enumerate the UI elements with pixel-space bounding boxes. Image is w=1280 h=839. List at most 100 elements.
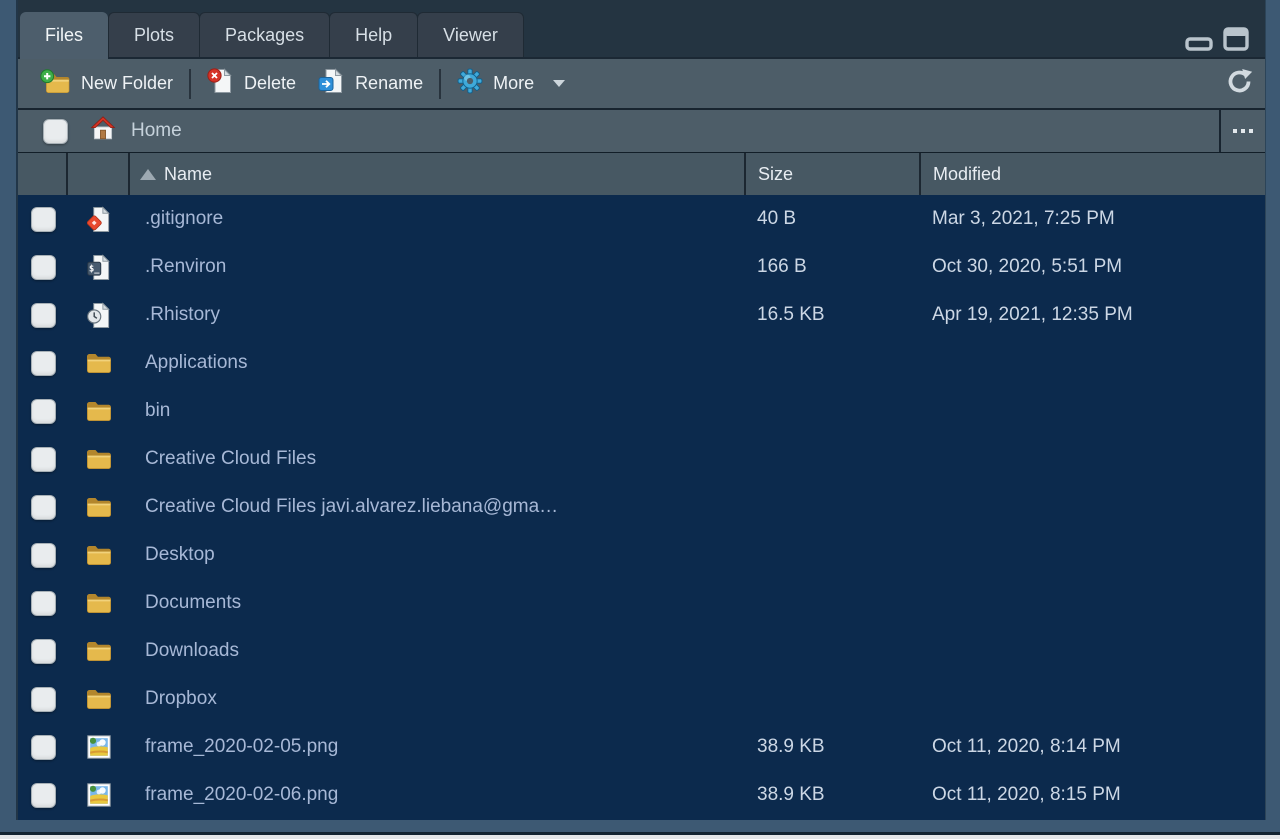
table-row[interactable]: Creative Cloud Files javi.alvarez.lieban…: [18, 483, 1265, 531]
file-size: [744, 627, 919, 675]
file-size: 166 B: [744, 243, 919, 291]
tab-label: Packages: [225, 25, 304, 46]
row-checkbox[interactable]: [31, 399, 56, 424]
file-name[interactable]: frame_2020-02-06.png: [130, 771, 744, 819]
header-checkbox-column: [18, 153, 68, 195]
file-name[interactable]: frame_2020-02-05.png: [130, 723, 744, 771]
more-button[interactable]: More: [457, 68, 565, 99]
file-name[interactable]: .Renviron: [130, 243, 744, 291]
row-checkbox[interactable]: [31, 687, 56, 712]
select-all-checkbox[interactable]: [43, 119, 68, 144]
file-modified: [919, 579, 1265, 627]
gear-icon: [457, 68, 483, 99]
row-checkbox[interactable]: [31, 735, 56, 760]
table-row[interactable]: Creative Cloud Files: [18, 435, 1265, 483]
more-label: More: [493, 73, 534, 94]
table-row[interactable]: frame_2020-02-05.png 38.9 KB Oct 11, 202…: [18, 723, 1265, 771]
file-size: [744, 531, 919, 579]
refresh-button[interactable]: [1226, 68, 1253, 100]
file-name[interactable]: Downloads: [130, 627, 744, 675]
table-row[interactable]: Downloads: [18, 627, 1265, 675]
file-modified: [919, 483, 1265, 531]
file-name[interactable]: .Rhistory: [130, 291, 744, 339]
file-name[interactable]: Creative Cloud Files: [130, 435, 744, 483]
row-checkbox[interactable]: [31, 543, 56, 568]
table-row[interactable]: frame_2020-02-06.png 38.9 KB Oct 11, 202…: [18, 771, 1265, 819]
adjacent-pane-edge: [0, 835, 1280, 839]
file-name[interactable]: Desktop: [130, 531, 744, 579]
chevron-down-icon: [553, 80, 565, 87]
tab-viewer[interactable]: Viewer: [417, 12, 524, 57]
file-modified: Oct 11, 2020, 8:14 PM: [919, 723, 1265, 771]
row-checkbox[interactable]: [31, 495, 56, 520]
table-row[interactable]: Applications: [18, 339, 1265, 387]
folder-icon: [86, 352, 112, 374]
delete-icon: [207, 67, 234, 100]
tab-label: Viewer: [443, 25, 498, 46]
header-name[interactable]: Name: [130, 153, 744, 195]
rename-icon: [318, 67, 345, 100]
file-modified: [919, 339, 1265, 387]
row-checkbox[interactable]: [31, 303, 56, 328]
home-icon: [89, 115, 117, 147]
file-size: 40 B: [744, 195, 919, 243]
image-file-icon: [87, 735, 111, 759]
file-size: [744, 387, 919, 435]
file-list: .gitignore 40 B Mar 3, 2021, 7:25 PM $_ …: [18, 195, 1265, 820]
table-row[interactable]: bin: [18, 387, 1265, 435]
row-checkbox[interactable]: [31, 207, 56, 232]
table-row[interactable]: Documents: [18, 579, 1265, 627]
file-size: 38.9 KB: [744, 771, 919, 819]
file-size: [744, 579, 919, 627]
tab-files[interactable]: Files: [20, 12, 108, 59]
toolbar-separator: [189, 69, 191, 99]
breadcrumb[interactable]: Home: [131, 120, 182, 142]
table-row[interactable]: .Rhistory 16.5 KB Apr 19, 2021, 12:35 PM: [18, 291, 1265, 339]
file-name[interactable]: Creative Cloud Files javi.alvarez.lieban…: [130, 483, 744, 531]
folder-icon: [86, 496, 112, 518]
pane-tab-bar: Files Plots Packages Help Viewer: [18, 0, 1265, 57]
folder-icon: [86, 544, 112, 566]
file-modified: [919, 675, 1265, 723]
file-name[interactable]: Dropbox: [130, 675, 744, 723]
ellipsis-icon: [1233, 129, 1237, 133]
path-options-button[interactable]: [1219, 110, 1265, 152]
file-size: [744, 339, 919, 387]
header-modified[interactable]: Modified: [919, 153, 1265, 195]
tab-plots[interactable]: Plots: [108, 12, 200, 57]
maximize-icon[interactable]: [1223, 27, 1249, 51]
row-checkbox[interactable]: [31, 351, 56, 376]
table-row[interactable]: Desktop: [18, 531, 1265, 579]
history-file-icon: [87, 302, 112, 329]
row-checkbox[interactable]: [31, 783, 56, 808]
row-checkbox[interactable]: [31, 639, 56, 664]
new-folder-icon: [40, 69, 71, 99]
git-file-icon: [87, 206, 112, 233]
file-modified: Apr 19, 2021, 12:35 PM: [919, 291, 1265, 339]
rename-button[interactable]: Rename: [318, 67, 423, 100]
path-bar: Home: [18, 108, 1265, 152]
table-row[interactable]: Dropbox: [18, 675, 1265, 723]
row-checkbox[interactable]: [31, 255, 56, 280]
new-folder-button[interactable]: New Folder: [40, 69, 173, 99]
table-row[interactable]: .gitignore 40 B Mar 3, 2021, 7:25 PM: [18, 195, 1265, 243]
row-checkbox[interactable]: [31, 447, 56, 472]
delete-button[interactable]: Delete: [207, 67, 296, 100]
minimize-icon[interactable]: [1185, 35, 1213, 51]
tab-packages[interactable]: Packages: [199, 12, 330, 57]
toolbar-separator: [439, 69, 441, 99]
file-modified: Mar 3, 2021, 7:25 PM: [919, 195, 1265, 243]
header-size[interactable]: Size: [744, 153, 919, 195]
file-name[interactable]: Documents: [130, 579, 744, 627]
row-checkbox[interactable]: [31, 591, 56, 616]
file-name[interactable]: .gitignore: [130, 195, 744, 243]
script-file-icon: $_: [87, 254, 112, 281]
folder-icon: [86, 592, 112, 614]
file-modified: [919, 387, 1265, 435]
file-name[interactable]: bin: [130, 387, 744, 435]
table-row[interactable]: $_ .Renviron 166 B Oct 30, 2020, 5:51 PM: [18, 243, 1265, 291]
table-header: Name Size Modified: [18, 152, 1265, 195]
tab-help[interactable]: Help: [329, 12, 418, 57]
file-name[interactable]: Applications: [130, 339, 744, 387]
folder-icon: [86, 448, 112, 470]
